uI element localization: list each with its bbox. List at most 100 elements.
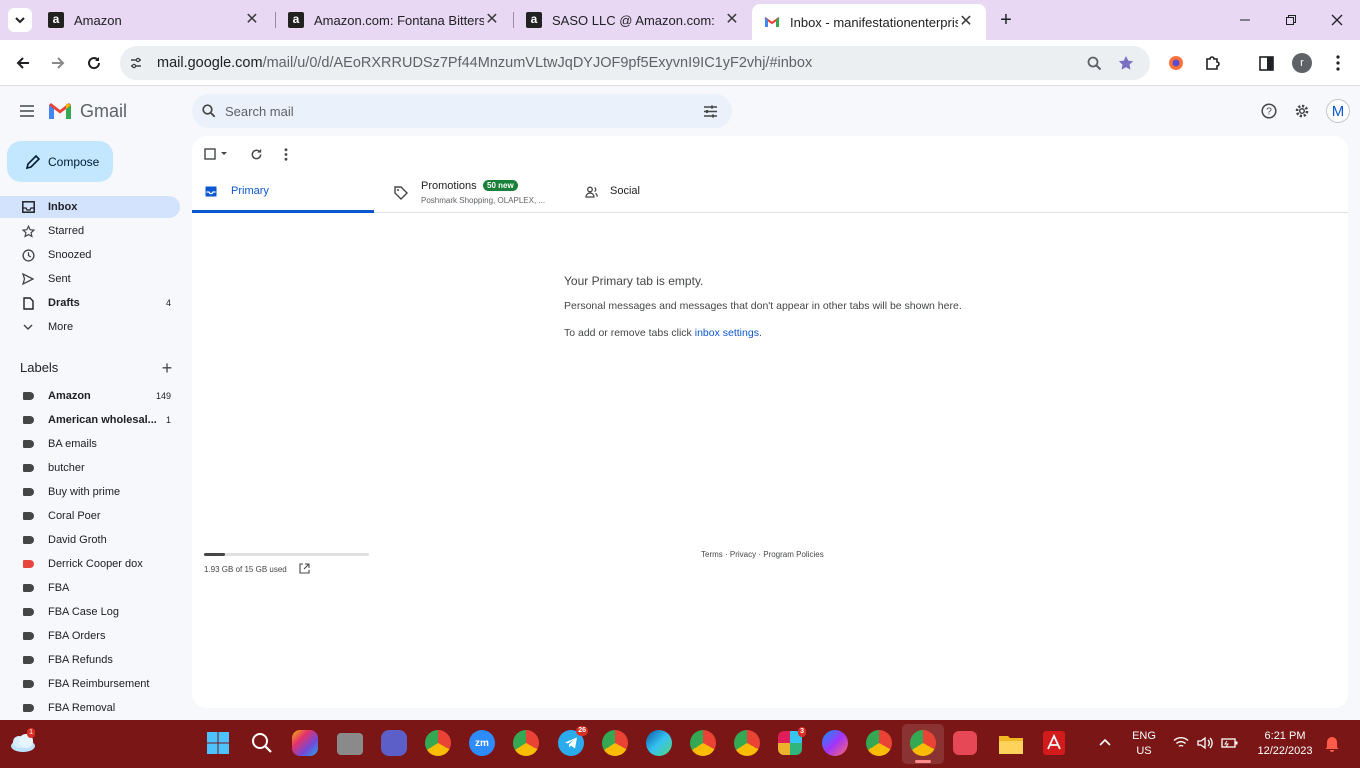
back-button[interactable]	[10, 50, 36, 76]
label-item[interactable]: FBA Orders	[0, 625, 180, 647]
settings-gear-icon[interactable]	[1292, 101, 1312, 121]
open-storage-icon[interactable]	[299, 563, 310, 574]
weather-widget-icon[interactable]: 1	[9, 728, 37, 753]
wifi-icon[interactable]	[1173, 736, 1189, 749]
create-label-button[interactable]: +	[158, 358, 176, 378]
file-explorer-icon[interactable]	[998, 733, 1024, 755]
clock[interactable]: 6:21 PM 12/22/2023	[1250, 730, 1320, 757]
label-item[interactable]: Coral Poer	[0, 505, 180, 527]
extension-firefox-icon[interactable]	[1165, 52, 1187, 74]
label-item[interactable]: FBA	[0, 577, 180, 599]
more-options-icon[interactable]	[277, 145, 295, 163]
copilot-icon[interactable]	[292, 730, 318, 756]
language-indicator[interactable]: ENG US	[1126, 730, 1162, 757]
telegram-icon[interactable]: 26	[558, 726, 588, 756]
chrome-profile-icon[interactable]	[602, 730, 628, 756]
program-policies-link[interactable]: Program Policies	[763, 550, 823, 559]
account-avatar[interactable]: M	[1326, 99, 1350, 123]
label-item[interactable]: FBA Removal	[0, 697, 180, 719]
main-menu-icon[interactable]	[16, 101, 38, 121]
tab-primary[interactable]: Primary	[192, 172, 374, 213]
label-tag-icon	[21, 389, 35, 403]
chrome-active-icon[interactable]	[910, 730, 936, 756]
label-item[interactable]: American wholesal... 1	[0, 409, 180, 431]
inbox-settings-link[interactable]: inbox settings	[695, 327, 759, 339]
browser-tab-amazon[interactable]: a Amazon ✕	[36, 0, 272, 40]
label-item[interactable]: Derrick Cooper dox	[0, 553, 180, 575]
label-name: FBA Removal	[48, 702, 116, 714]
sidebar-item-snoozed[interactable]: Snoozed	[0, 244, 180, 266]
chrome-profile-icon[interactable]	[425, 730, 451, 756]
label-item[interactable]: Amazon 149	[0, 385, 180, 407]
refresh-icon[interactable]	[247, 145, 265, 163]
volume-icon[interactable]	[1197, 736, 1213, 750]
search-input[interactable]: Search mail	[225, 104, 294, 119]
messenger-icon[interactable]	[822, 730, 848, 756]
taskbar-search-icon[interactable]	[251, 732, 273, 754]
profile-avatar[interactable]: r	[1292, 53, 1312, 73]
label-item[interactable]: FBA Reimbursement	[0, 673, 180, 695]
label-color-swatch	[22, 584, 34, 592]
extensions-puzzle-icon[interactable]	[1202, 52, 1224, 74]
reload-button[interactable]	[81, 50, 107, 76]
forward-button[interactable]	[45, 50, 71, 76]
select-all-checkbox[interactable]	[203, 145, 231, 163]
chrome-profile-icon[interactable]	[513, 730, 539, 756]
privacy-link[interactable]: Privacy	[730, 550, 756, 559]
label-item[interactable]: butcher	[0, 457, 180, 479]
restore-button[interactable]	[1276, 8, 1306, 32]
label-item[interactable]: Buy with prime	[0, 481, 180, 503]
chrome-profile-icon[interactable]	[734, 730, 760, 756]
start-button[interactable]	[206, 731, 230, 755]
label-item[interactable]: FBA Case Log	[0, 601, 180, 623]
sidebar-item-drafts[interactable]: Drafts 4	[0, 292, 180, 314]
help-icon[interactable]: ?	[1259, 101, 1279, 121]
zoom-icon[interactable]	[1083, 52, 1105, 74]
snipping-tool-icon[interactable]	[953, 731, 977, 755]
sidebar-item-inbox[interactable]: Inbox	[0, 196, 180, 218]
sidebar-item-starred[interactable]: Starred	[0, 220, 180, 242]
pdf-reader-icon[interactable]	[1043, 731, 1065, 755]
search-icon[interactable]	[200, 102, 218, 120]
browser-menu-icon[interactable]	[1327, 52, 1349, 74]
site-info-icon[interactable]	[126, 53, 146, 73]
sidebar-item-sent[interactable]: Sent	[0, 268, 180, 290]
search-options-icon[interactable]	[700, 101, 720, 121]
chrome-profile-icon[interactable]	[690, 730, 716, 756]
new-tab-button[interactable]: +	[994, 8, 1018, 32]
tab-search-button[interactable]	[8, 8, 32, 32]
label-count: 1	[165, 415, 171, 425]
slack-icon[interactable]: 3	[778, 727, 806, 755]
browser-tab-inbox[interactable]: Inbox - manifestationenterprise ✕	[752, 4, 986, 40]
close-icon[interactable]: ✕	[484, 12, 500, 28]
browser-tab-saso[interactable]: a SASO LLC @ Amazon.com: ✕	[514, 0, 752, 40]
close-icon[interactable]: ✕	[244, 12, 260, 28]
file-manager-icon[interactable]	[337, 733, 363, 755]
side-panel-icon[interactable]	[1255, 52, 1277, 74]
label-item[interactable]: BA emails	[0, 433, 180, 455]
video-call-icon[interactable]	[381, 730, 407, 756]
gmail-logo-icon[interactable]	[48, 102, 72, 120]
chrome-profile-icon[interactable]	[866, 730, 892, 756]
terms-link[interactable]: Terms	[701, 550, 723, 559]
zoom-app-icon[interactable]: zm	[469, 730, 495, 756]
tab-social[interactable]: Social	[576, 172, 758, 213]
close-icon[interactable]: ✕	[958, 14, 974, 30]
notifications-bell-icon[interactable]	[1324, 735, 1340, 752]
browser-tab-fontana[interactable]: a Amazon.com: Fontana Bittersw ✕	[276, 0, 512, 40]
label-item[interactable]: FBA Refunds	[0, 649, 180, 671]
battery-icon[interactable]	[1221, 737, 1239, 749]
close-icon[interactable]: ✕	[724, 12, 740, 28]
sidebar-item-more[interactable]: More	[0, 316, 180, 338]
tab-label: Social	[610, 185, 640, 197]
url-text[interactable]: mail.google.com/mail/u/0/d/AEoRXRRUDSz7P…	[157, 55, 812, 71]
svg-text:?: ?	[1266, 107, 1272, 118]
label-item[interactable]: David Groth	[0, 529, 180, 551]
compose-button[interactable]: Compose	[7, 141, 113, 182]
close-window-button[interactable]	[1322, 8, 1352, 32]
edge-icon[interactable]	[646, 730, 672, 756]
minimize-button[interactable]	[1230, 8, 1260, 32]
tab-promotions[interactable]: Promotions 50 new Poshmark Shopping, OLA…	[384, 172, 566, 213]
bookmark-star-icon[interactable]	[1115, 52, 1137, 74]
show-hidden-icons-chevron-up-icon[interactable]	[1099, 738, 1111, 746]
